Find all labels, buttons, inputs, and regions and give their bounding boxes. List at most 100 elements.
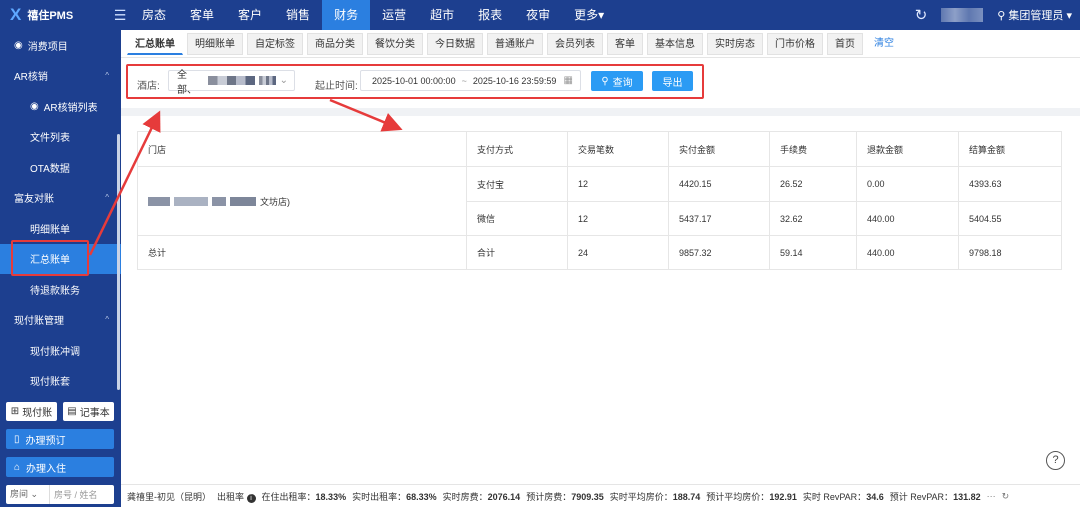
info-icon[interactable]: i [246, 493, 256, 503]
status-item: 实时 RevPAR：34.6 [803, 490, 884, 503]
sidebar-item-label: 现付账套 [30, 377, 70, 389]
checkin-button[interactable]: ⌂ 办理入住 [6, 457, 114, 477]
notebook-button[interactable]: ▤ 记事本 [63, 402, 114, 421]
cash-account-button[interactable]: ⊞ 现付账 [6, 402, 57, 421]
blurred-info [941, 8, 984, 22]
blurred-store-name: 文坊店) [148, 195, 290, 208]
tab[interactable]: 明细账单 [187, 32, 243, 55]
stat-value: 131.82 [953, 491, 981, 502]
stat-label: 实时出租率： [352, 491, 407, 502]
tab[interactable]: 首页 [827, 32, 863, 55]
col-count: 交易笔数 [567, 131, 669, 167]
tab[interactable]: 自定标签 [247, 32, 303, 55]
status-item: 预计房费：7909.35 [526, 490, 604, 503]
status-item: 预计 RevPAR：131.82 [890, 490, 981, 503]
tab[interactable]: 普通账户 [487, 32, 543, 55]
menu-toggle-icon[interactable]: ☰ [110, 7, 130, 24]
more-icon[interactable]: ··· [987, 491, 996, 501]
nav-item[interactable]: 销售 [274, 0, 322, 30]
nav-item[interactable]: 财务 [322, 0, 371, 30]
notebook-label: 记事本 [79, 408, 110, 419]
summary-table: 门店 支付方式 交易笔数 实付金额 手续费 退款金额 结算金额 文坊店) 支付宝… [137, 131, 1062, 270]
paid-cell: 5437.17 [668, 201, 770, 236]
stat-label: 实时 RevPAR： [802, 491, 867, 502]
nav-item[interactable]: 客单 [178, 0, 226, 30]
sidebar-group[interactable]: 现付账管理 ^ [0, 305, 121, 336]
stat-value: 18.33% [315, 491, 347, 502]
sidebar-item[interactable]: 现付账套 [0, 366, 121, 397]
sidebar-item[interactable]: ◉ 消费项目 [0, 30, 121, 61]
chevron-up-icon: ^ [105, 71, 109, 81]
sidebar-menu: ◉ 消费项目 AR核销 ^ ◉ AR核销列表 文件列表 OTA数据 富友对账 ^ 明细账单 汇总账单待… [0, 30, 121, 396]
cart-icon: ⊞ [10, 406, 20, 417]
refresh-icon[interactable]: ↻ [915, 6, 928, 24]
cash-account-label: 现付账 [22, 408, 53, 419]
stat-label: 预计房费： [526, 491, 572, 502]
pay-method-cell: 微信 [466, 201, 568, 236]
tab[interactable]: 会员列表 [547, 32, 603, 55]
status-item: 实时房费：2076.14 [443, 490, 521, 503]
sidebar-group[interactable]: 富友对账 ^ [0, 183, 121, 214]
tab[interactable]: 基本信息 [647, 32, 703, 55]
tab[interactable]: 今日数据 [427, 32, 483, 55]
room-type-select[interactable]: 房间 ⌄ [6, 485, 50, 504]
sidebar-item[interactable]: ◉ AR核销列表 [0, 91, 121, 122]
settle-cell: 5404.55 [958, 201, 1062, 236]
stat-label: 实时平均房价： [609, 491, 673, 502]
total-fee-cell: 59.14 [769, 235, 857, 270]
nav-item[interactable]: 房态 [130, 0, 178, 30]
sidebar-actions: ⊞ 现付账 ▤ 记事本 ▯ 办理预订 ⌂ 办理入住 房间 ⌄ 房号 / 姓名 [6, 402, 114, 504]
room-search: 房间 ⌄ 房号 / 姓名 [6, 485, 114, 504]
highlight-box-sidebar [11, 240, 89, 276]
stat-value: 188.74 [672, 491, 701, 502]
nav-item[interactable]: 运营 [370, 0, 418, 30]
logo-text: 禧住PMS [27, 10, 74, 22]
tab[interactable]: 门市价格 [767, 32, 823, 55]
circle-icon: ◉ [14, 39, 23, 51]
occupancy-label: 出租率 [217, 491, 245, 502]
paid-cell: 4420.15 [668, 166, 770, 202]
sidebar-item-label: 文件列表 [30, 133, 70, 145]
refresh-status-icon[interactable]: ↻ [1002, 491, 1010, 502]
nav-item[interactable]: 超市 [418, 0, 466, 30]
nav-item[interactable]: 夜审 [514, 0, 562, 30]
count-cell: 12 [567, 201, 669, 236]
sidebar-item[interactable]: 文件列表 [0, 122, 121, 153]
stat-value: 7909.35 [571, 491, 604, 502]
user-menu[interactable]: ⚲ 集团管理员 ▾ [997, 7, 1072, 23]
nav-item[interactable]: 报表 [466, 0, 514, 30]
stat-label: 预计 RevPAR： [889, 491, 954, 502]
status-hotel: 龚禧里-初见（昆明） [127, 491, 211, 502]
chevron-up-icon: ^ [105, 193, 109, 203]
settle-cell: 4393.63 [958, 166, 1062, 202]
total-settle-cell: 9798.18 [958, 235, 1062, 270]
note-icon: ▤ [67, 406, 77, 417]
table-row: 文坊店) 支付宝 12 4420.15 26.52 0.00 4393.63 [137, 166, 1062, 236]
tab[interactable]: 实时房态 [707, 32, 763, 55]
nav-item[interactable]: 更多▾ [562, 0, 616, 30]
sidebar-item-label: 现付账冲调 [30, 346, 80, 358]
status-item: 预计平均房价：192.91 [706, 490, 797, 503]
booking-label: 办理预订 [25, 435, 66, 447]
sidebar-item[interactable]: 现付账冲调 [0, 335, 121, 366]
sidebar-group[interactable]: AR核销 ^ [0, 61, 121, 92]
sidebar-scrollbar[interactable] [117, 134, 120, 390]
sidebar-item[interactable]: 明细账单 [0, 213, 121, 244]
room-select-value: 房间 [10, 489, 29, 499]
nav-item[interactable]: 客户 [226, 0, 274, 30]
help-icon[interactable]: ? [1046, 451, 1065, 470]
total-count-cell: 24 [567, 235, 669, 270]
tab[interactable]: 汇总账单 [127, 32, 183, 55]
tab[interactable]: 客单 [607, 32, 643, 55]
sidebar-item[interactable]: OTA数据 [0, 152, 121, 183]
store-cell: 文坊店) [137, 166, 467, 236]
tab[interactable]: 餐饮分类 [367, 32, 423, 55]
room-search-input[interactable]: 房号 / 姓名 [50, 488, 98, 501]
sidebar-item[interactable]: 待退款账务 [0, 274, 121, 305]
booking-button[interactable]: ▯ 办理预订 [6, 429, 114, 449]
store-suffix: 文坊店) [260, 196, 290, 207]
sidebar-item-label: 消费项目 [27, 41, 68, 53]
clear-tabs-button[interactable]: 清空 [867, 33, 901, 55]
tab[interactable]: 商品分类 [307, 32, 363, 55]
app-logo[interactable]: X 禧住PMS [0, 0, 120, 30]
